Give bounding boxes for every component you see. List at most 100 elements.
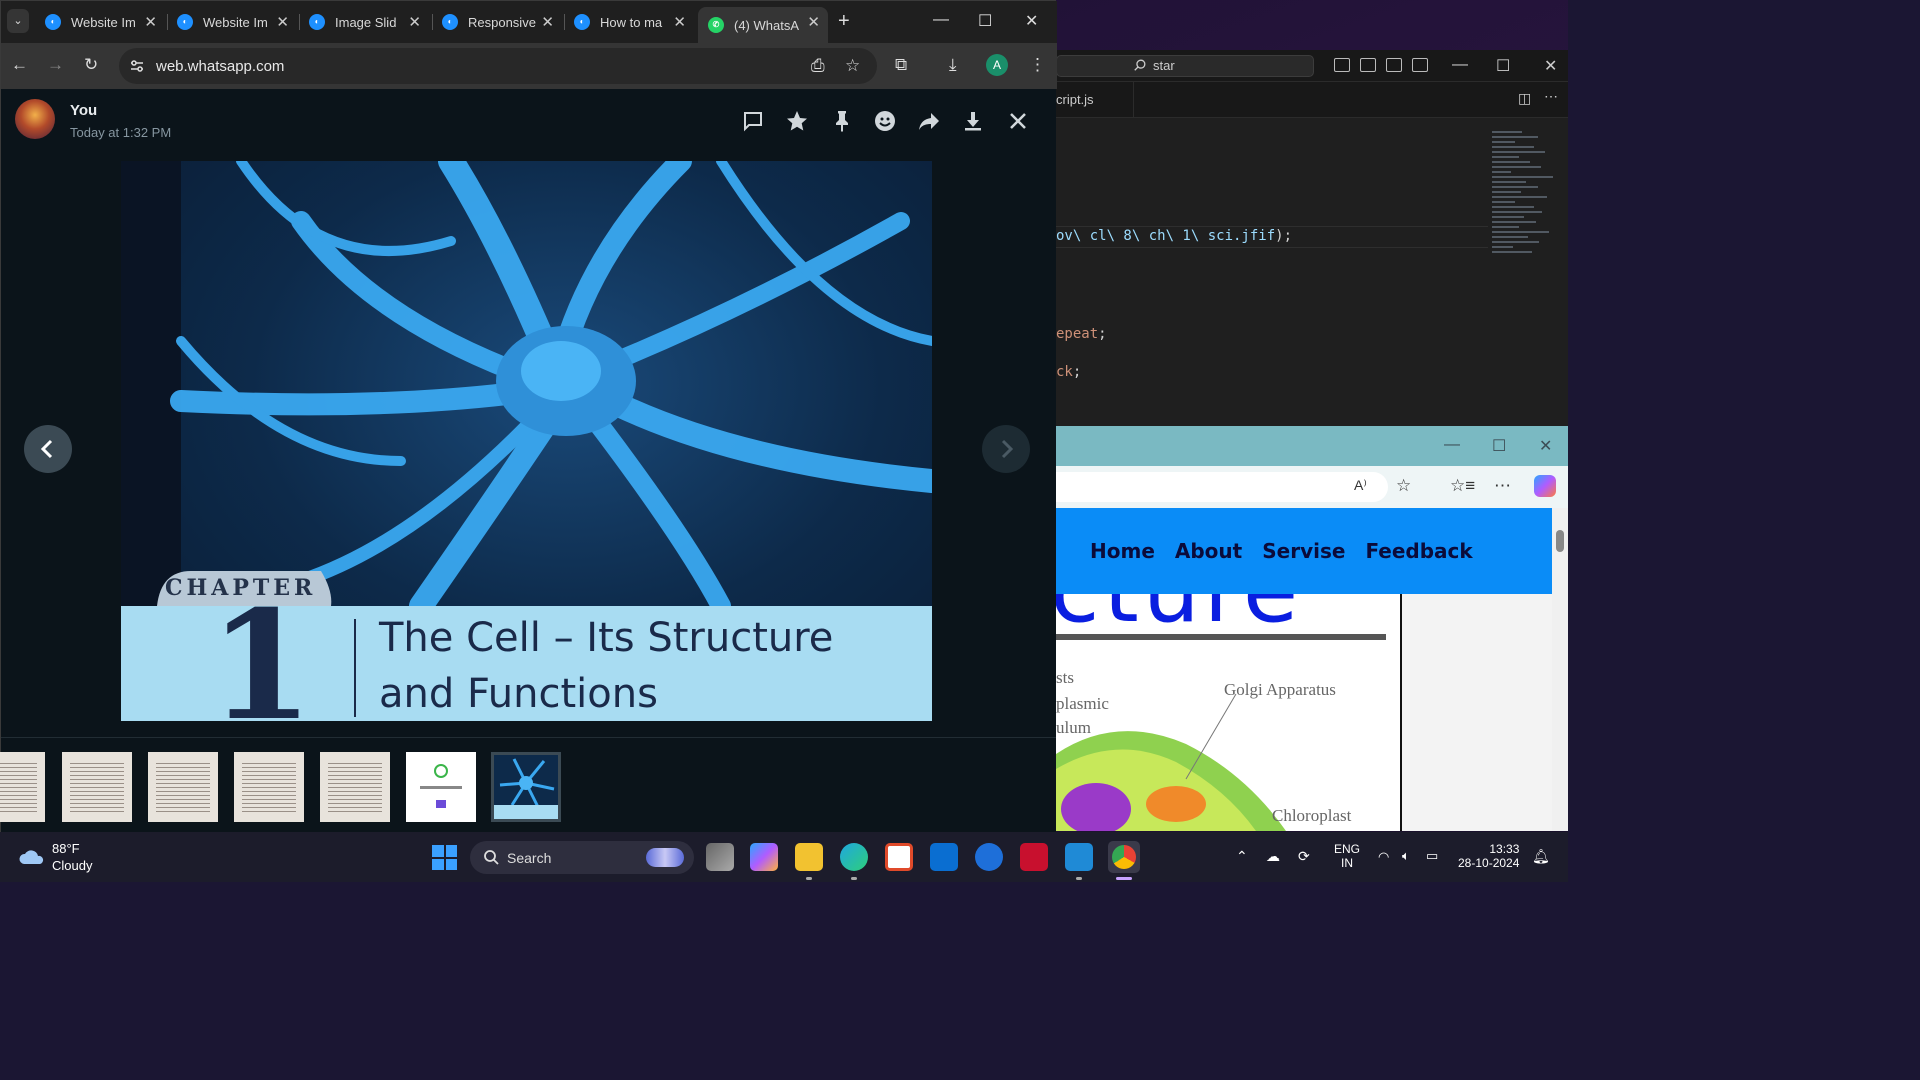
tab-website-image-2[interactable]: ◐ Website Im ✕ xyxy=(167,7,297,37)
media-thumbnail[interactable] xyxy=(234,752,304,822)
tab-how-to-make[interactable]: ◐ How to ma ✕ xyxy=(564,7,694,37)
copilot-icon[interactable] xyxy=(1534,475,1556,497)
close-icon[interactable] xyxy=(1006,109,1030,133)
nav-feedback-link[interactable]: Feedback xyxy=(1365,539,1472,563)
media-thumbnail[interactable] xyxy=(0,752,45,822)
more-actions-icon[interactable]: ⋯ xyxy=(1544,88,1558,105)
file-explorer-icon[interactable] xyxy=(795,843,823,871)
more-icon[interactable]: ⋯ xyxy=(1494,476,1511,496)
language-indicator[interactable]: ENG IN xyxy=(1334,842,1360,870)
tab-search-icon[interactable]: ⌄ xyxy=(7,9,29,33)
star-icon[interactable] xyxy=(785,109,809,133)
media-thumbnail[interactable] xyxy=(406,752,476,822)
close-icon[interactable]: ✕ xyxy=(1539,436,1552,456)
microsoft-store-icon[interactable] xyxy=(885,843,913,871)
forward-icon[interactable]: → xyxy=(47,55,64,75)
viewed-image[interactable]: CHAPTER 1 The Cell – Its Structure and F… xyxy=(121,161,932,721)
tab-close-icon[interactable]: ✕ xyxy=(144,13,157,31)
battery-icon[interactable]: ▭ xyxy=(1426,848,1438,864)
onedrive-icon[interactable]: ☁ xyxy=(1266,848,1280,865)
vscode-icon[interactable] xyxy=(1065,843,1093,871)
tab-close-icon[interactable]: ✕ xyxy=(673,13,686,31)
favorite-star-icon[interactable]: ☆ xyxy=(1396,476,1411,496)
media-thumbnail[interactable] xyxy=(148,752,218,822)
tab-close-icon[interactable]: ✕ xyxy=(276,13,289,31)
mcafee-icon[interactable] xyxy=(1020,843,1048,871)
copilot-icon[interactable] xyxy=(750,843,778,871)
vscode-search-text: star xyxy=(1153,58,1175,73)
toggle-panel-icon[interactable] xyxy=(1360,58,1376,72)
menu-kebab-icon[interactable]: ⋮ xyxy=(1029,55,1046,75)
toggle-secondary-sidebar-icon[interactable] xyxy=(1386,58,1402,72)
minimize-icon[interactable]: — xyxy=(933,11,949,29)
back-icon[interactable]: ← xyxy=(11,55,28,75)
media-thumbnail[interactable] xyxy=(62,752,132,822)
bookmark-star-icon[interactable]: ☆ xyxy=(845,56,860,76)
weather-temperature[interactable]: 88°F xyxy=(52,841,80,856)
vscode-command-search[interactable]: star xyxy=(1056,55,1314,77)
maximize-icon[interactable]: ☐ xyxy=(1496,56,1510,76)
minimize-icon[interactable]: — xyxy=(1452,56,1468,74)
download-icon[interactable] xyxy=(961,109,985,133)
customize-layout-icon[interactable] xyxy=(1412,58,1428,72)
tab-image-slider[interactable]: ◐ Image Slid ✕ xyxy=(299,7,429,37)
page-scrollbar[interactable] xyxy=(1552,508,1568,831)
chat-reply-icon[interactable] xyxy=(741,109,765,133)
maximize-icon[interactable]: ☐ xyxy=(978,11,992,31)
show-hidden-icons-icon[interactable]: ⌃ xyxy=(1236,848,1248,865)
downloads-icon[interactable]: ⤓ xyxy=(949,55,957,75)
help-icon[interactable] xyxy=(975,843,1003,871)
install-app-icon[interactable]: ⎙ xyxy=(811,56,825,76)
nav-about-link[interactable]: About xyxy=(1175,539,1242,563)
extensions-icon[interactable]: ⧉ xyxy=(895,55,907,75)
previous-media-button[interactable] xyxy=(24,425,72,473)
notification-bell-icon[interactable]: 🔔︎ xyxy=(1532,848,1550,865)
weather-description[interactable]: Cloudy xyxy=(52,858,92,873)
minimap[interactable] xyxy=(1492,128,1568,418)
profile-avatar[interactable]: A xyxy=(986,54,1008,76)
edge-toolbar: A⁾ ☆ ☆≡ ⋯ xyxy=(1056,466,1568,508)
tab-responsive[interactable]: ◐ Responsive ✕ xyxy=(432,7,562,37)
address-bar[interactable]: web.whatsapp.com ⎙ ☆ xyxy=(119,48,877,84)
tab-website-image-1[interactable]: ◐ Website Im ✕ xyxy=(35,7,165,37)
task-view-icon[interactable] xyxy=(706,843,734,871)
avatar[interactable] xyxy=(15,99,55,139)
tab-close-icon[interactable]: ✕ xyxy=(408,13,421,31)
pin-icon[interactable] xyxy=(830,109,854,133)
next-media-button[interactable] xyxy=(982,425,1030,473)
taskbar-search[interactable]: Search xyxy=(470,841,694,874)
volume-icon[interactable]: 🔈︎ xyxy=(1402,848,1410,864)
clock[interactable]: 13:33 28-10-2024 xyxy=(1458,842,1519,870)
read-aloud-icon[interactable]: A⁾ xyxy=(1354,477,1367,494)
favorites-list-icon[interactable]: ☆≡ xyxy=(1450,476,1475,496)
emoji-react-icon[interactable] xyxy=(873,109,897,133)
close-icon[interactable]: ✕ xyxy=(1025,11,1038,31)
tab-whatsapp[interactable]: ✆ (4) WhatsA ✕ xyxy=(698,7,828,43)
split-editor-icon[interactable]: ◫ xyxy=(1518,90,1531,107)
nav-home-link[interactable]: Home xyxy=(1090,539,1155,563)
vscode-editor[interactable]: ov\ cl\ 8\ ch\ 1\ sci.jfif); epeat; ck; xyxy=(1056,118,1568,430)
start-button[interactable] xyxy=(432,845,457,870)
toggle-primary-sidebar-icon[interactable] xyxy=(1334,58,1350,72)
vscode-tab-script[interactable]: cript.js xyxy=(1056,82,1134,118)
close-icon[interactable]: ✕ xyxy=(1544,56,1557,76)
sync-icon[interactable]: ⟳ xyxy=(1298,848,1310,865)
wifi-icon[interactable]: ◠ xyxy=(1378,849,1389,865)
edge-address-bar[interactable]: A⁾ xyxy=(1056,472,1388,502)
tab-close-icon[interactable]: ✕ xyxy=(807,13,820,31)
chrome-taskbar-button[interactable] xyxy=(1108,841,1140,873)
nav-servise-link[interactable]: Servise xyxy=(1262,539,1345,563)
edge-icon[interactable] xyxy=(840,843,868,871)
tab-close-icon[interactable]: ✕ xyxy=(541,13,554,31)
media-thumbnail-selected[interactable] xyxy=(491,752,561,822)
myhp-icon[interactable] xyxy=(930,843,958,871)
scrollbar-thumb[interactable] xyxy=(1556,530,1564,552)
forward-icon[interactable] xyxy=(917,109,941,133)
media-thumbnail[interactable] xyxy=(320,752,390,822)
new-tab-button[interactable]: + xyxy=(838,10,850,33)
minimize-icon[interactable]: — xyxy=(1444,436,1460,454)
reload-icon[interactable]: ↻ xyxy=(84,55,98,75)
site-info-icon[interactable] xyxy=(129,58,145,74)
maximize-icon[interactable]: ☐ xyxy=(1492,436,1506,456)
cloudy-weather-icon[interactable] xyxy=(18,846,46,866)
